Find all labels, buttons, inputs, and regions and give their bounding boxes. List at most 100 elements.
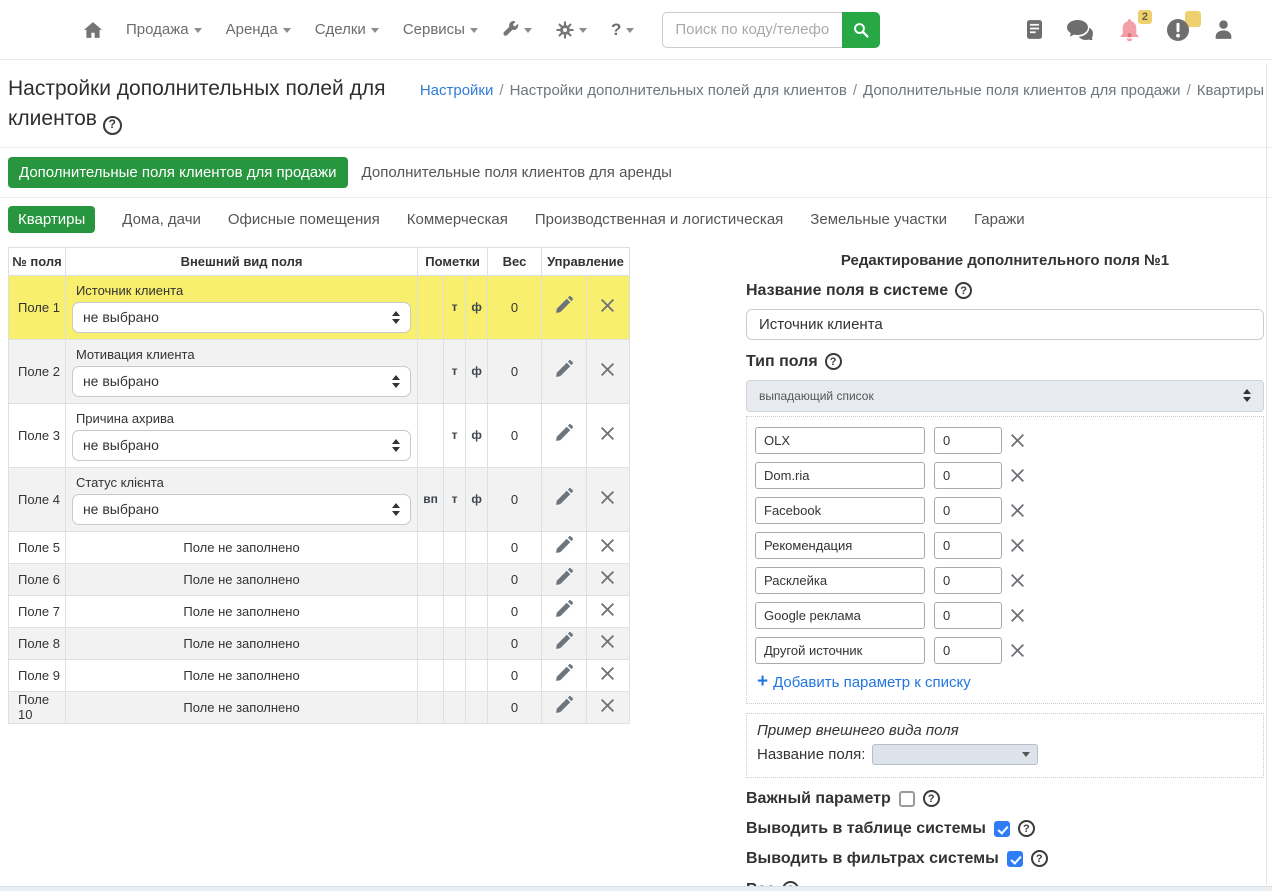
help-icon[interactable] [955, 282, 972, 299]
field-number: Поле 10 [9, 691, 66, 723]
caret-down-icon [283, 28, 291, 33]
remove-option-button[interactable] [1011, 504, 1024, 517]
delete-field-button[interactable] [586, 275, 629, 339]
edit-field-button[interactable] [541, 691, 586, 723]
edit-field-button[interactable] [541, 563, 586, 595]
breadcrumb-item[interactable]: Настройки [420, 82, 494, 99]
tools-menu[interactable] [502, 21, 532, 38]
tab-category-4[interactable]: Производственная и логистическая [535, 211, 783, 228]
help-icon[interactable] [923, 790, 940, 807]
mark-vp [418, 563, 444, 595]
preview-field-label: Название поля: [757, 746, 865, 763]
delete-field-button[interactable] [586, 339, 629, 403]
help-icon[interactable] [1031, 850, 1048, 867]
option-name-input[interactable] [755, 427, 925, 454]
remove-option-button[interactable] [1011, 644, 1024, 657]
edit-field-button[interactable] [541, 531, 586, 563]
nav-menu-item[interactable]: Аренда [226, 21, 291, 38]
tab-primary-1[interactable]: Дополнительные поля клиентов для аренды [362, 164, 672, 181]
nav-menu-item[interactable]: Сервисы [403, 21, 478, 38]
delete-field-button[interactable] [586, 691, 629, 723]
pencil-icon [554, 367, 573, 382]
alert-icon[interactable] [1166, 18, 1190, 42]
table-row: Поле 7Поле не заполнено0 [9, 595, 630, 627]
tab-category-3[interactable]: Коммерческая [407, 211, 508, 228]
bell-icon[interactable]: 2 [1118, 17, 1141, 42]
remove-option-button[interactable] [1011, 539, 1024, 552]
chat-icon[interactable] [1067, 20, 1093, 40]
field-view-cell: Статус клієнтане выбрано [65, 467, 417, 531]
nav-menu-item[interactable]: Сделки [315, 21, 379, 38]
home-icon[interactable] [84, 22, 102, 38]
tab-category-1[interactable]: Дома, дачи [122, 211, 201, 228]
field-appearance-select[interactable]: не выбрано [72, 494, 411, 525]
breadcrumb-item[interactable]: Настройки дополнительных полей для клиен… [510, 82, 847, 99]
field-view-cell: Поле не заполнено [65, 563, 417, 595]
field-appearance-select[interactable]: не выбрано [72, 430, 411, 461]
delete-field-button[interactable] [586, 531, 629, 563]
search-input[interactable] [662, 12, 842, 48]
edit-field-button[interactable] [541, 275, 586, 339]
option-value-input[interactable] [934, 532, 1002, 559]
search-button[interactable] [842, 12, 880, 48]
tab-category-2[interactable]: Офисные помещения [228, 211, 380, 228]
pencil-icon [554, 607, 573, 622]
delete-field-button[interactable] [586, 627, 629, 659]
option-value-input[interactable] [934, 427, 1002, 454]
edit-field-button[interactable] [541, 339, 586, 403]
delete-field-button[interactable] [586, 467, 629, 531]
field-type-select[interactable]: выпадающий список [746, 380, 1264, 412]
tab-category-5[interactable]: Земельные участки [810, 211, 947, 228]
checkbox[interactable] [1007, 851, 1023, 867]
scrollbar[interactable] [1266, 64, 1267, 885]
checkbox[interactable] [994, 821, 1010, 837]
help-icon[interactable] [103, 116, 122, 135]
help-menu[interactable]: ? [611, 20, 634, 40]
breadcrumb-item: Квартиры [1197, 82, 1264, 99]
remove-option-button[interactable] [1011, 609, 1024, 622]
bell-badge: 2 [1138, 10, 1152, 24]
field-name-input[interactable] [746, 309, 1264, 340]
tab-primary-0[interactable]: Дополнительные поля клиентов для продажи [8, 157, 348, 188]
option-value-input[interactable] [934, 497, 1002, 524]
table-header-row: № поля Внешний вид поля Пометки Вес Упра… [9, 247, 630, 275]
remove-option-button[interactable] [1011, 574, 1024, 587]
mark-vp [418, 403, 444, 467]
option-value-input[interactable] [934, 567, 1002, 594]
edit-field-button[interactable] [541, 627, 586, 659]
option-value-input[interactable] [934, 462, 1002, 489]
remove-option-button[interactable] [1011, 469, 1024, 482]
edit-field-button[interactable] [541, 403, 586, 467]
journal-icon[interactable] [1027, 20, 1042, 39]
option-name-input[interactable] [755, 462, 925, 489]
option-name-input[interactable] [755, 532, 925, 559]
remove-option-button[interactable] [1011, 434, 1024, 447]
tab-category-0[interactable]: Квартиры [8, 206, 95, 233]
checkbox[interactable] [899, 791, 915, 807]
delete-field-button[interactable] [586, 659, 629, 691]
breadcrumb-item[interactable]: Дополнительные поля клиентов для продажи [863, 82, 1181, 99]
option-name-input[interactable] [755, 497, 925, 524]
option-name-input[interactable] [755, 637, 925, 664]
option-name-input[interactable] [755, 567, 925, 594]
option-name-input[interactable] [755, 602, 925, 629]
delete-field-button[interactable] [586, 563, 629, 595]
delete-field-button[interactable] [586, 403, 629, 467]
tab-category-6[interactable]: Гаражи [974, 211, 1025, 228]
settings-menu[interactable] [556, 21, 587, 39]
option-value-input[interactable] [934, 602, 1002, 629]
field-appearance-select[interactable]: не выбрано [72, 366, 411, 397]
edit-field-button[interactable] [541, 595, 586, 627]
help-icon[interactable] [825, 353, 842, 370]
option-value-input[interactable] [934, 637, 1002, 664]
edit-field-button[interactable] [541, 467, 586, 531]
add-option-link[interactable]: + Добавить параметр к списку [757, 674, 1255, 691]
edit-field-button[interactable] [541, 659, 586, 691]
delete-field-button[interactable] [586, 595, 629, 627]
field-appearance-select[interactable]: не выбрано [72, 302, 411, 333]
preview-select[interactable] [872, 744, 1038, 765]
user-icon[interactable] [1215, 20, 1232, 39]
nav-menu-item[interactable]: Продажа [126, 21, 202, 38]
mark-f [466, 627, 488, 659]
help-icon[interactable] [1018, 820, 1035, 837]
